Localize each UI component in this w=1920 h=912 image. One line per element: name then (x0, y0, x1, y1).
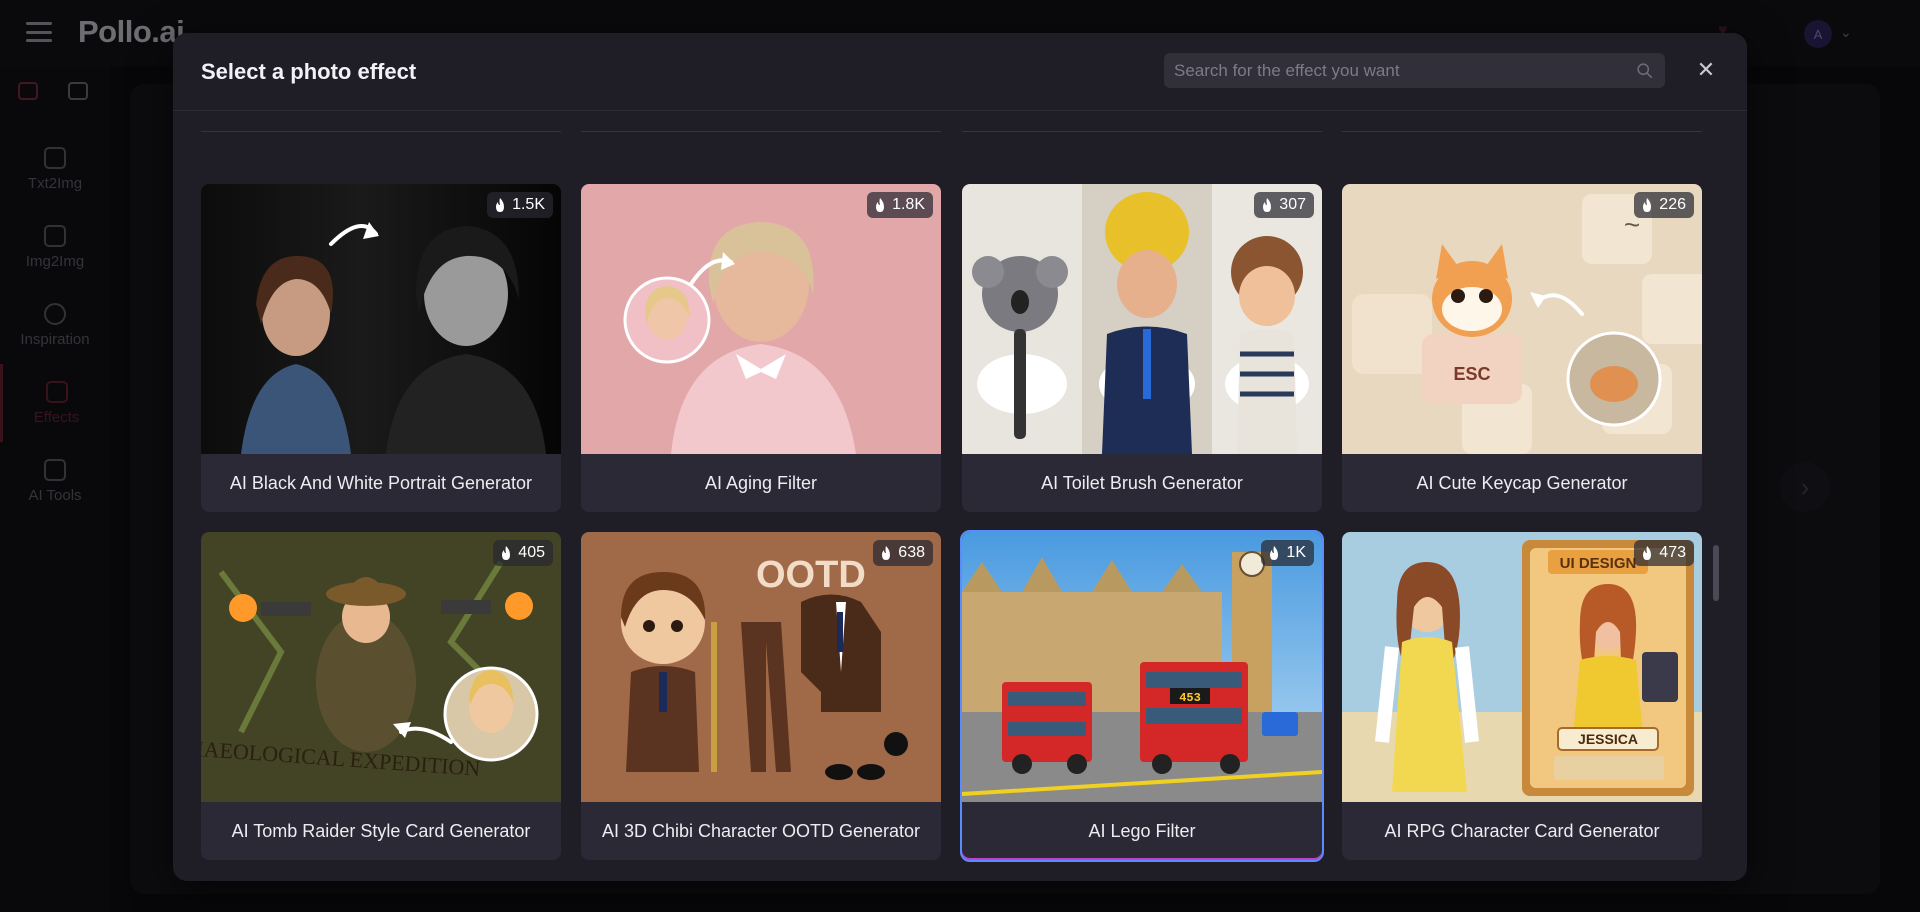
effect-thumbnail: ESC ~ (1342, 184, 1702, 454)
effect-title: AI 3D Chibi Character OOTD Generator (601, 820, 921, 841)
usage-badge: 226 (1634, 192, 1694, 218)
effect-title: AI Aging Filter (704, 472, 818, 493)
photo-effect-modal: Select a photo effect ✕ (173, 33, 1747, 881)
flame-icon (1643, 198, 1652, 212)
flame-icon (496, 198, 505, 212)
effect-thumbnail (201, 184, 561, 454)
usage-count: 226 (1659, 196, 1686, 213)
usage-count: 405 (518, 544, 545, 561)
effect-thumbnail (581, 184, 941, 454)
flame-icon (502, 546, 511, 560)
effect-thumbnail: UI DESIGN JESSICA (1342, 532, 1702, 802)
effect-title: AI Tomb Raider Style Card Generator (231, 820, 531, 841)
effect-card-rpg-character[interactable]: UI DESIGN JESSICA 473 AI RPG Character C… (1342, 532, 1702, 860)
divider (201, 131, 561, 132)
usage-badge: 1.5K (487, 192, 553, 218)
flame-icon (882, 546, 891, 560)
search-icon[interactable] (1636, 62, 1653, 79)
keycap-text: ESC (1453, 364, 1490, 384)
effect-card-toilet-brush[interactable]: 307 AI Toilet Brush Generator (962, 184, 1322, 512)
flame-icon (1643, 546, 1652, 560)
effect-card-tomb-raider[interactable]: ARCHAEOLOGICAL EXPEDITION 405 AI Tomb Ra… (201, 532, 561, 860)
effect-card-black-white-portrait[interactable]: 1.5K AI Black And White Portrait Generat… (201, 184, 561, 512)
effects-grid: 1.5K AI Black And White Portrait Generat… (173, 112, 1747, 881)
usage-badge: 473 (1634, 540, 1694, 566)
usage-count: 638 (898, 544, 925, 561)
effect-card-aging-filter[interactable]: 1.8K AI Aging Filter (581, 184, 941, 512)
search-input[interactable] (1164, 53, 1665, 88)
scrollbar-thumb[interactable] (1713, 545, 1719, 601)
close-button[interactable]: ✕ (1694, 58, 1718, 82)
effect-card-cute-keycap[interactable]: ESC ~ 226 AI Cute Keycap Generator (1342, 184, 1702, 512)
effect-title: AI Lego Filter (1088, 820, 1196, 841)
bus-number-text: 453 (1179, 691, 1201, 705)
divider (581, 131, 941, 132)
usage-badge: 1.8K (867, 192, 933, 218)
flame-icon (876, 198, 885, 212)
flame-icon (1270, 546, 1279, 560)
modal-title: Select a photo effect (201, 59, 417, 84)
card-title-text: UI DESIGN (1560, 555, 1637, 572)
search-box (1164, 53, 1665, 88)
ootd-text: OOTD (756, 554, 866, 596)
usage-badge: 1K (1261, 540, 1314, 566)
usage-count: 307 (1279, 196, 1306, 213)
usage-count: 1K (1286, 544, 1306, 561)
effect-thumbnail: OOTD (581, 532, 941, 802)
usage-badge: 638 (873, 540, 933, 566)
usage-count: 473 (1659, 544, 1686, 561)
divider (1342, 131, 1702, 132)
flame-icon (1263, 198, 1272, 212)
effect-thumbnail: ARCHAEOLOGICAL EXPEDITION (201, 532, 561, 802)
effect-card-3d-chibi-ootd[interactable]: OOTD 638 AI 3D Chibi Character OOTD Gene… (581, 532, 941, 860)
divider (962, 131, 1322, 132)
effect-title: AI RPG Character Card Generator (1384, 820, 1660, 841)
usage-badge: 307 (1254, 192, 1314, 218)
effect-title: AI Toilet Brush Generator (1041, 472, 1243, 493)
effect-thumbnail: 453 (962, 532, 1322, 802)
effect-title: AI Cute Keycap Generator (1416, 472, 1628, 493)
modal-header: Select a photo effect ✕ (173, 33, 1747, 111)
usage-count: 1.8K (892, 196, 925, 213)
usage-count: 1.5K (512, 196, 545, 213)
effect-thumbnail (962, 184, 1322, 454)
effect-card-lego-filter[interactable]: 453 1K AI Lego Filter (960, 530, 1324, 862)
effect-title: AI Black And White Portrait Generator (229, 472, 533, 493)
card-name-text: JESSICA (1578, 731, 1638, 747)
usage-badge: 405 (493, 540, 553, 566)
